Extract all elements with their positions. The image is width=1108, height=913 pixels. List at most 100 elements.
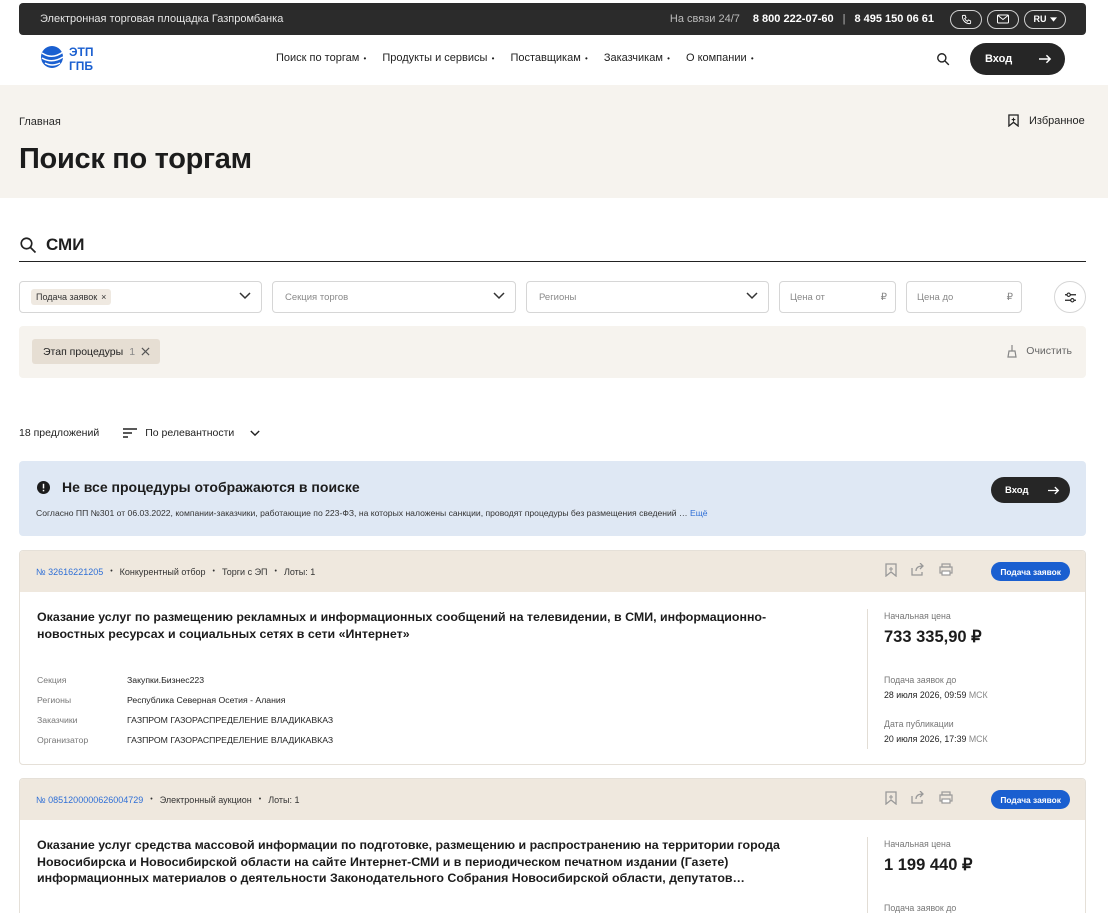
breadcrumb-home[interactable]: Главная xyxy=(19,116,61,128)
price-to-field[interactable]: Цена до ₽ xyxy=(906,281,1022,313)
procedure-title[interactable]: Оказание услуг средства массовой информа… xyxy=(37,837,797,887)
deadline-block: Подача заявок до xyxy=(884,903,956,913)
call-button[interactable] xyxy=(950,9,982,29)
status-badge: Подача заявок xyxy=(991,790,1070,809)
meta-key: Секция xyxy=(37,675,67,685)
active-filter-label: Этап процедуры xyxy=(43,345,124,358)
notice-title-row: Не все процедуры отображаются в поиске xyxy=(37,479,360,495)
notice-login-button[interactable]: Вход xyxy=(991,477,1070,503)
start-price: 1 199 440 ₽ xyxy=(884,856,973,874)
meta-key: Заказчики xyxy=(37,715,78,725)
nav-item-customers[interactable]: Заказчикам xyxy=(604,52,670,64)
meta-key: Регионы xyxy=(37,695,72,705)
phone-icon xyxy=(961,14,971,24)
sort-select[interactable]: По релевантности xyxy=(123,427,260,439)
phone-separator: | xyxy=(842,13,846,25)
close-icon[interactable] xyxy=(141,347,150,356)
clear-label: Очистить xyxy=(1026,345,1072,357)
sanctions-notice: Не все процедуры отображаются в поиске С… xyxy=(19,461,1086,536)
regions-placeholder: Регионы xyxy=(539,291,577,303)
stage-chip[interactable]: Подача заявок × xyxy=(31,289,112,305)
print-icon[interactable] xyxy=(939,563,953,576)
caret-down-icon xyxy=(1049,16,1057,22)
share-icon[interactable] xyxy=(911,791,925,804)
sort-icon xyxy=(123,428,138,438)
price-block: Начальная цена 1 199 440 ₽ xyxy=(884,839,973,875)
procedure-number[interactable]: № 32616221205 xyxy=(36,567,103,577)
sort-label: По релевантности xyxy=(145,427,235,439)
page-hero: Главная Избранное Поиск по торгам xyxy=(0,85,1108,198)
search-icon[interactable] xyxy=(936,52,950,66)
card-tools xyxy=(885,563,953,577)
main-header: ЭТП ГПБ Поиск по торгам Продукты и серви… xyxy=(0,40,1108,80)
search-input[interactable]: СМИ xyxy=(19,229,1086,262)
print-icon[interactable] xyxy=(939,791,953,804)
price-label: Начальная цена xyxy=(884,839,951,849)
page-title: Поиск по торгам xyxy=(19,143,252,175)
language-value: RU xyxy=(1033,14,1047,24)
chevron-down-icon xyxy=(746,292,758,300)
notice-more-link[interactable]: Ещё xyxy=(690,508,708,518)
search-icon xyxy=(20,237,37,254)
filters-row: Подача заявок × Секция торгов Регионы Це… xyxy=(19,281,1086,313)
currency-label: ₽ xyxy=(1006,292,1013,303)
bookmark-icon[interactable] xyxy=(885,563,897,577)
etp-gpb-logo[interactable]: ЭТП ГПБ xyxy=(39,42,117,73)
notice-title: Не все процедуры отображаются в поиске xyxy=(62,479,360,495)
advanced-filters-button[interactable] xyxy=(1054,281,1086,313)
status-badge: Подача заявок xyxy=(991,562,1070,581)
nav-item-suppliers[interactable]: Поставщикам xyxy=(510,52,587,64)
timezone: МСК xyxy=(968,734,988,744)
chevron-down-icon xyxy=(239,292,251,300)
arrow-right-icon xyxy=(1048,486,1060,494)
procedure-card[interactable]: № 32616221205 • Конкурентный отбор • Тор… xyxy=(19,550,1086,765)
active-filter-chip[interactable]: Этап процедуры 1 xyxy=(32,339,161,364)
bookmark-icon[interactable] xyxy=(885,791,897,805)
mail-button[interactable] xyxy=(987,9,1019,29)
section-select[interactable]: Секция торгов xyxy=(272,281,516,313)
currency-label: ₽ xyxy=(880,292,887,303)
chevron-down-icon xyxy=(250,429,260,436)
price-label: Начальная цена xyxy=(884,611,951,621)
timezone: МСК xyxy=(968,690,988,700)
chevron-down-icon xyxy=(493,292,505,300)
procedure-card[interactable]: № 0851200000626004729 • Электронный аукц… xyxy=(19,778,1086,913)
meta-value: Закупки.Бизнес223 xyxy=(127,675,205,685)
notice-login-label: Вход xyxy=(1005,484,1029,496)
procedure-title[interactable]: Оказание услуг по размещению рекламных и… xyxy=(37,609,797,642)
card-divider xyxy=(867,609,868,749)
phone-link-1[interactable]: 8 800 222-07-60 xyxy=(753,13,834,25)
sliders-icon xyxy=(1064,292,1076,302)
regions-select[interactable]: Регионы xyxy=(526,281,769,313)
active-filter-count: 1 xyxy=(129,345,136,358)
top-bar: Электронная торговая площадка Газпромбан… xyxy=(19,3,1086,35)
clear-filters-button[interactable]: Очистить xyxy=(1006,344,1072,358)
login-label: Вход xyxy=(985,53,1013,65)
nav-item-about[interactable]: О компании xyxy=(686,52,754,64)
main-nav: Поиск по торгам Продукты и сервисы Поста… xyxy=(276,52,770,64)
login-button[interactable]: Вход xyxy=(970,43,1065,75)
lots-count: Лоты: 1 xyxy=(268,794,300,805)
published-block: Дата публикации 20 июля 2026, 17:39 МСК xyxy=(884,719,988,744)
language-select[interactable]: RU xyxy=(1024,9,1066,29)
favorites-link[interactable]: Избранное xyxy=(1008,114,1085,127)
remove-chip-icon[interactable]: × xyxy=(101,292,106,302)
stage-select[interactable]: Подача заявок × xyxy=(19,281,262,313)
notice-text-row: Согласно ПП №301 от 06.03.2022, компании… xyxy=(36,508,708,518)
share-icon[interactable] xyxy=(911,563,925,576)
procedure-number[interactable]: № 0851200000626004729 xyxy=(36,795,143,805)
deadline-block: Подача заявок до 28 июля 2026, 09:59 МСК xyxy=(884,675,988,700)
phone-link-2[interactable]: 8 495 150 06 61 xyxy=(854,13,934,25)
published-value: 20 июля 2026, 17:39 xyxy=(884,734,967,744)
results-count: 18 предложений xyxy=(19,427,100,439)
deadline-label: Подача заявок до xyxy=(884,903,957,913)
price-from-field[interactable]: Цена от ₽ xyxy=(779,281,896,313)
published-label: Дата публикации xyxy=(884,719,954,729)
notice-text: Согласно ПП №301 от 06.03.2022, компании… xyxy=(36,508,688,518)
favorites-label: Избранное xyxy=(1029,114,1085,127)
nav-item-search[interactable]: Поиск по торгам xyxy=(276,52,366,64)
meta-value: Республика Северная Осетия - Алания xyxy=(127,695,286,705)
bookmark-icon xyxy=(1008,114,1019,127)
svg-text:ГПБ: ГПБ xyxy=(69,59,93,72)
nav-item-products[interactable]: Продукты и сервисы xyxy=(382,52,494,64)
